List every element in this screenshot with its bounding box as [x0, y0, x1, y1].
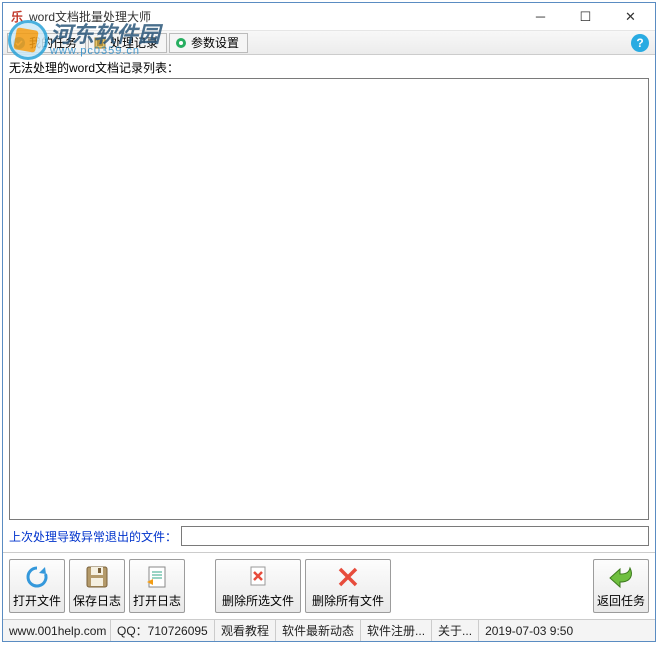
tab-settings[interactable]: 参数设置 [169, 33, 248, 53]
button-label: 保存日志 [73, 592, 121, 609]
button-label: 删除所选文件 [222, 592, 294, 609]
button-label: 打开日志 [133, 592, 181, 609]
tab-label: 我的任务 [29, 34, 77, 51]
status-qq[interactable]: QQ：710726095 [111, 620, 215, 641]
fail-list-label: 无法处理的word文档记录列表： [9, 57, 649, 78]
status-datetime: 2019-07-03 9:50 [479, 620, 655, 641]
delete-selected-button[interactable]: 删除所选文件 [215, 559, 301, 613]
window-title: word文档批量处理大师 [29, 8, 518, 25]
return-icon [607, 564, 635, 590]
action-bar: 打开文件 保存日志 打开日志 删除所选文件 删除所有文件 [3, 552, 655, 619]
minimize-button[interactable]: ─ [518, 4, 563, 30]
save-icon [83, 564, 111, 590]
button-label: 打开文件 [13, 592, 61, 609]
delete-file-icon [244, 564, 272, 590]
close-button[interactable]: ✕ [608, 4, 653, 30]
tasks-icon [12, 36, 26, 50]
save-log-button[interactable]: 保存日志 [69, 559, 125, 613]
tab-label: 参数设置 [191, 34, 239, 51]
status-news[interactable]: 软件最新动态 [276, 620, 361, 641]
tab-process-log[interactable]: 处理记录 [88, 33, 167, 53]
content-area: 无法处理的word文档记录列表： 上次处理导致异常退出的文件： [3, 55, 655, 552]
status-register[interactable]: 软件注册... [361, 620, 432, 641]
help-button[interactable]: ? [631, 34, 649, 52]
titlebar: 乐 word文档批量处理大师 ─ ☐ ✕ [3, 3, 655, 31]
crash-file-input[interactable] [181, 526, 649, 546]
statusbar: www.001help.com QQ：710726095 观看教程 软件最新动态… [3, 619, 655, 641]
delete-all-button[interactable]: 删除所有文件 [305, 559, 391, 613]
open-log-button[interactable]: 打开日志 [129, 559, 185, 613]
maximize-button[interactable]: ☐ [563, 4, 608, 30]
gear-icon [174, 36, 188, 50]
status-website[interactable]: www.001help.com [3, 620, 111, 641]
tab-my-tasks[interactable]: 我的任务 [7, 33, 86, 53]
button-label: 返回任务 [597, 592, 645, 609]
status-about[interactable]: 关于... [432, 620, 479, 641]
open-file-button[interactable]: 打开文件 [9, 559, 65, 613]
document-icon [143, 564, 171, 590]
crash-file-label: 上次处理导致异常退出的文件： [9, 528, 177, 545]
return-task-button[interactable]: 返回任务 [593, 559, 649, 613]
log-icon [93, 36, 107, 50]
app-icon: 乐 [9, 9, 25, 25]
status-tutorial[interactable]: 观看教程 [215, 620, 276, 641]
tab-label: 处理记录 [110, 34, 158, 51]
toolbar: 我的任务 处理记录 参数设置 ? [3, 31, 655, 55]
delete-all-icon [334, 564, 362, 590]
refresh-icon [23, 564, 51, 590]
fail-list-box[interactable] [9, 78, 649, 520]
button-label: 删除所有文件 [312, 592, 384, 609]
